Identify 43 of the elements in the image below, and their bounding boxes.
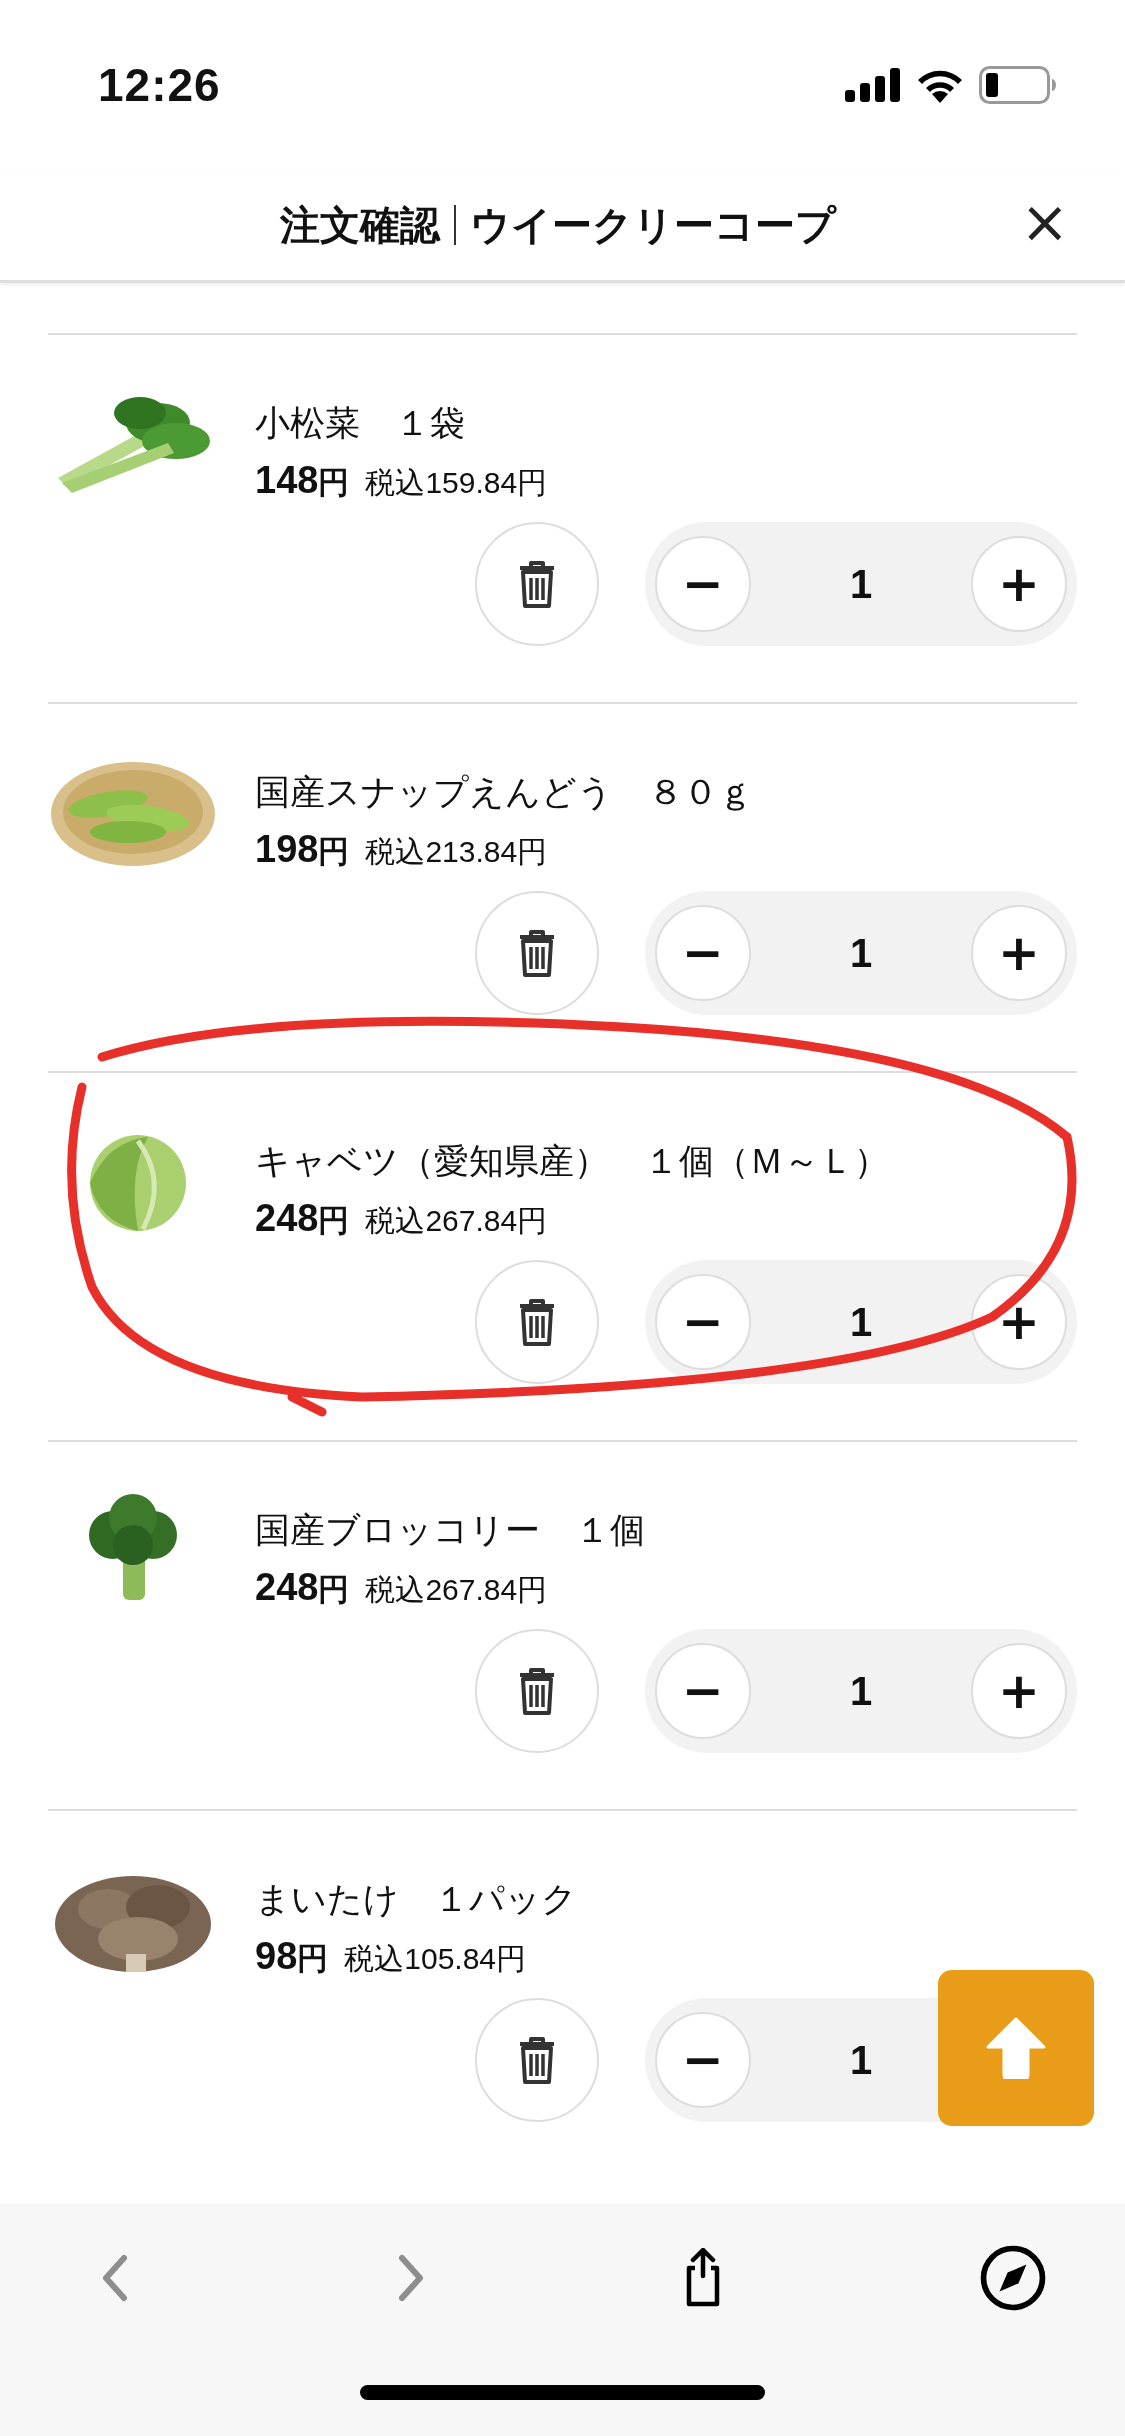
- increase-button[interactable]: +: [971, 1643, 1067, 1739]
- product-name: 国産スナップえんどう ８０ｇ: [255, 771, 754, 813]
- product-name: まいたけ １パック: [255, 1878, 578, 1920]
- trash-icon: [517, 560, 557, 608]
- arrow-up-icon: [986, 2017, 1046, 2079]
- quantity: 1: [849, 930, 873, 976]
- trash-icon: [517, 1667, 557, 1715]
- increase-button[interactable]: +: [971, 905, 1067, 1001]
- quantity: 1: [849, 2037, 873, 2083]
- status-time: 12:26: [98, 58, 221, 112]
- decrease-button[interactable]: −: [655, 905, 751, 1001]
- increase-button[interactable]: +: [971, 1274, 1067, 1370]
- tax-included-price: 税込105.84円: [344, 1941, 527, 1977]
- battery-icon: [979, 66, 1057, 104]
- product-name: 国産ブロッコリー １個: [255, 1509, 646, 1551]
- increase-button[interactable]: +: [971, 536, 1067, 632]
- close-button[interactable]: ×: [1016, 192, 1073, 252]
- tax-included-price: 税込213.84円: [365, 834, 548, 870]
- product-name: キャベツ（愛知県産） １個（Ｍ～Ｌ）: [255, 1140, 890, 1182]
- price: 248円: [255, 1566, 350, 1610]
- decrease-button[interactable]: −: [655, 1643, 751, 1739]
- tax-included-price: 税込159.84円: [365, 465, 548, 501]
- price: 148円: [255, 459, 350, 503]
- product-name: 小松菜 １袋: [255, 402, 466, 444]
- decrease-button[interactable]: −: [655, 536, 751, 632]
- shop-name: ウイークリーコープ: [469, 201, 836, 249]
- quantity: 1: [849, 1299, 873, 1345]
- trash-icon: [517, 1298, 557, 1346]
- trash-icon: [517, 929, 557, 977]
- price: 98円: [255, 1935, 329, 1979]
- tax-included-price: 税込267.84円: [365, 1203, 548, 1239]
- compass-icon[interactable]: [978, 2244, 1047, 2312]
- quantity: 1: [849, 1668, 873, 1714]
- decrease-button[interactable]: −: [655, 1274, 751, 1370]
- tax-included-price: 税込267.84円: [365, 1572, 548, 1608]
- decrease-button[interactable]: −: [655, 2012, 751, 2108]
- price: 248円: [255, 1197, 350, 1241]
- share-icon[interactable]: [685, 2248, 722, 2308]
- page-title: 注文確認: [279, 201, 440, 249]
- trash-icon: [517, 2036, 557, 2084]
- signal-icon: [845, 68, 901, 102]
- quantity: 1: [849, 561, 873, 607]
- price: 198円: [255, 828, 350, 872]
